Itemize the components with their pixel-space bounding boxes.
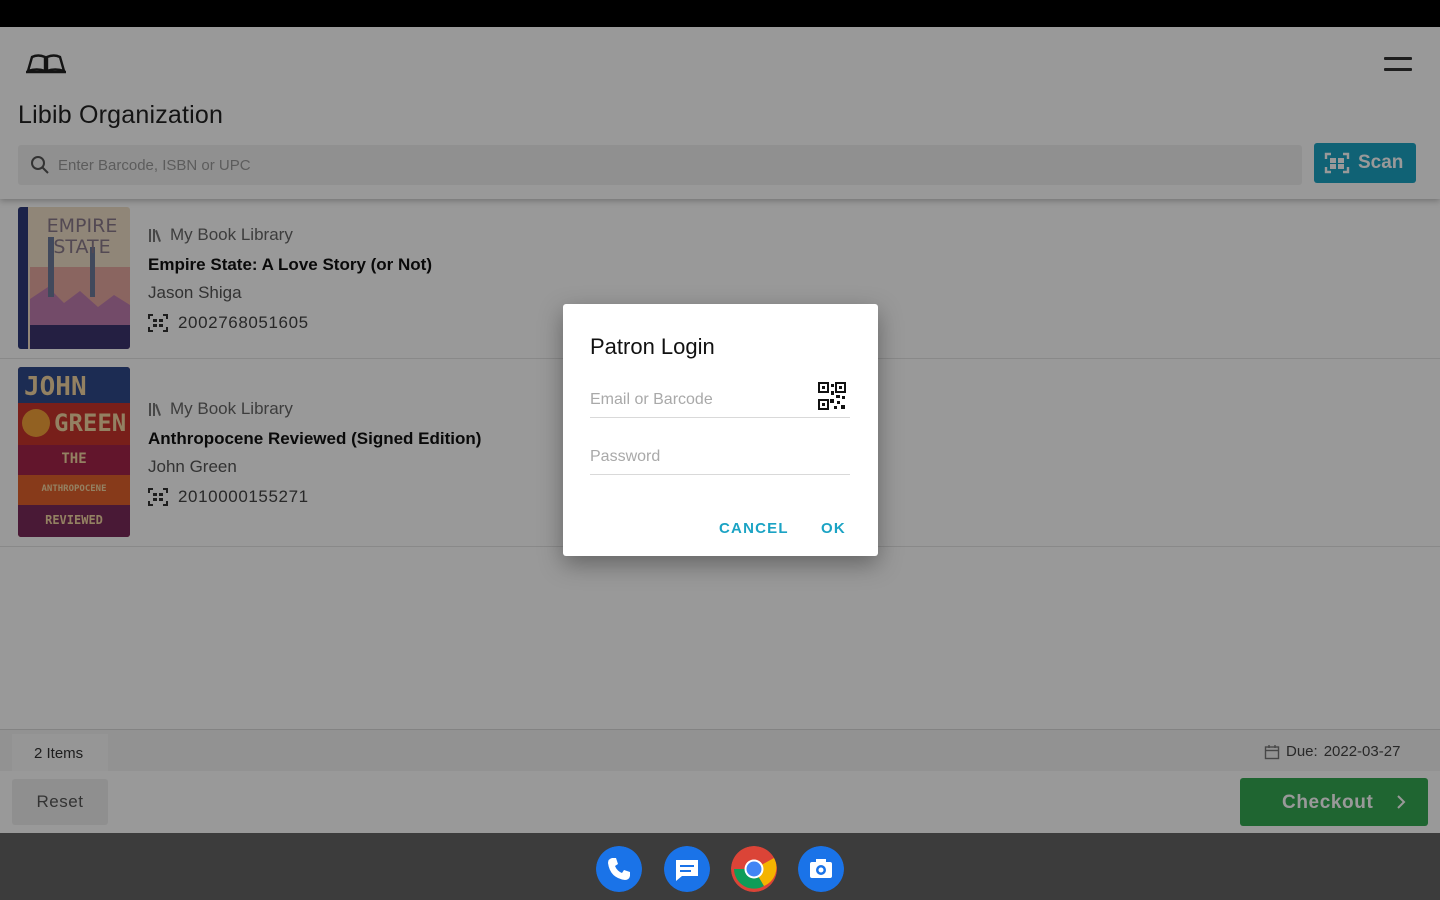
status-bar	[0, 0, 1440, 27]
phone-icon[interactable]	[596, 846, 642, 892]
dialog-title: Patron Login	[590, 334, 715, 359]
email-barcode-field	[590, 382, 850, 418]
messages-icon[interactable]	[664, 846, 710, 892]
password-input[interactable]	[590, 445, 812, 469]
patron-login-dialog: Patron Login CANCEL OK	[563, 304, 878, 556]
camera-icon[interactable]	[798, 846, 844, 892]
ok-button[interactable]: OK	[821, 520, 846, 537]
system-dock	[0, 833, 1440, 900]
password-field	[590, 439, 850, 475]
email-barcode-input[interactable]	[590, 388, 812, 412]
qr-code-icon[interactable]	[818, 382, 846, 410]
cancel-button[interactable]: CANCEL	[719, 520, 789, 537]
chrome-icon[interactable]	[731, 846, 777, 892]
